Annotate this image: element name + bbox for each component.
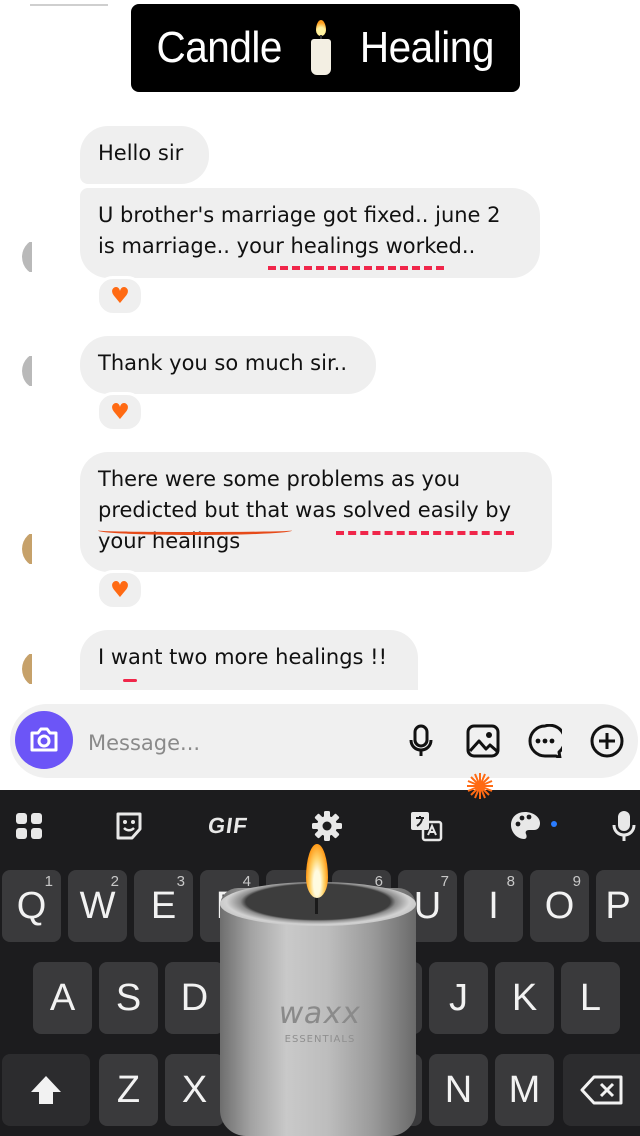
- key-m[interactable]: M: [495, 1054, 554, 1126]
- status-divider: [30, 4, 108, 6]
- heart-icon: ♥: [110, 283, 130, 309]
- message-bubble[interactable]: U brother's marriage got fixed.. june 2 …: [80, 188, 540, 278]
- key-p[interactable]: P: [596, 870, 640, 942]
- sticker-toolbar-button[interactable]: [110, 806, 148, 846]
- key-j[interactable]: J: [429, 962, 488, 1034]
- key-i[interactable]: I8: [464, 870, 523, 942]
- theme-button[interactable]: [506, 806, 562, 846]
- message-text: predicted but that was solved easily by: [98, 498, 512, 522]
- key-w[interactable]: W2: [68, 870, 127, 942]
- title-left: Candle: [156, 23, 283, 72]
- message-input[interactable]: [86, 722, 390, 764]
- gallery-button[interactable]: [465, 723, 501, 759]
- avatar[interactable]: [22, 352, 60, 390]
- highlight-underline: [268, 266, 444, 270]
- typing-caret: [123, 679, 137, 682]
- sticker-icon: [116, 812, 142, 840]
- flame-icon: [306, 844, 328, 898]
- message-text: I want two more healings !!: [98, 645, 387, 669]
- key-e[interactable]: E3: [134, 870, 193, 942]
- microphone-button[interactable]: [403, 723, 439, 759]
- candle-brand: waxx: [275, 996, 365, 1031]
- palette-icon: [511, 812, 557, 839]
- heart-reaction[interactable]: ♥: [96, 392, 144, 432]
- backspace-icon: [580, 1075, 622, 1105]
- message-text: Hello sir: [98, 141, 184, 165]
- voice-input-button[interactable]: [608, 806, 640, 846]
- camera-icon: [30, 727, 58, 752]
- key-o[interactable]: O9: [530, 870, 589, 942]
- avatar[interactable]: [22, 238, 60, 276]
- heart-icon: ♥: [110, 399, 130, 425]
- microphone-icon: [612, 811, 636, 841]
- shift-arrow-icon: [31, 1076, 61, 1104]
- key-x[interactable]: X: [165, 1054, 224, 1126]
- key-s[interactable]: S: [99, 962, 158, 1034]
- key-q[interactable]: Q1: [2, 870, 61, 942]
- apps-grid-button[interactable]: [10, 806, 48, 846]
- candle-subbrand: ESSENTIALS: [284, 1034, 356, 1045]
- sticker-icon: [528, 724, 562, 758]
- sticker-button[interactable]: [527, 723, 563, 759]
- key-d[interactable]: D: [165, 962, 224, 1034]
- camera-button[interactable]: [15, 711, 73, 769]
- highlight-underline: [336, 531, 514, 535]
- heart-reaction[interactable]: ♥: [96, 570, 144, 610]
- message-bubble[interactable]: There were some problems as you predicte…: [80, 452, 552, 572]
- message-text: There were some problems as you: [98, 467, 461, 491]
- plus-button[interactable]: [589, 723, 625, 759]
- key-l[interactable]: L: [561, 962, 620, 1034]
- highlight-underline: [98, 526, 292, 535]
- backspace-key[interactable]: [563, 1054, 640, 1126]
- message-bubble[interactable]: Hello sir: [80, 126, 209, 184]
- avatar[interactable]: [22, 650, 60, 688]
- plus-icon: [590, 724, 624, 758]
- key-z[interactable]: Z: [99, 1054, 158, 1126]
- gallery-icon: [466, 724, 500, 758]
- heart-reaction[interactable]: ♥: [96, 276, 144, 316]
- apps-grid-icon: [16, 813, 42, 839]
- message-bubble[interactable]: Thank you so much sir..: [80, 336, 376, 394]
- avatar[interactable]: [22, 530, 60, 568]
- sparkle-icon: [467, 773, 493, 799]
- key-k[interactable]: K: [495, 962, 554, 1034]
- heart-icon: ♥: [110, 577, 130, 603]
- shift-key[interactable]: [2, 1054, 90, 1126]
- candle-emoji-icon: [310, 20, 332, 76]
- key-a[interactable]: A: [33, 962, 92, 1034]
- microphone-icon: [409, 724, 433, 756]
- title-right: Healing: [359, 23, 495, 72]
- title-banner: Candle Healing: [131, 4, 520, 92]
- message-text: is marriage.. your healings worked..: [98, 234, 476, 258]
- message-text: Thank you so much sir..: [98, 351, 348, 375]
- message-text: U brother's marriage got fixed.. june 2: [98, 203, 501, 227]
- key-n[interactable]: N: [429, 1054, 488, 1126]
- candle-product-image: waxx ESSENTIALS: [220, 838, 416, 1136]
